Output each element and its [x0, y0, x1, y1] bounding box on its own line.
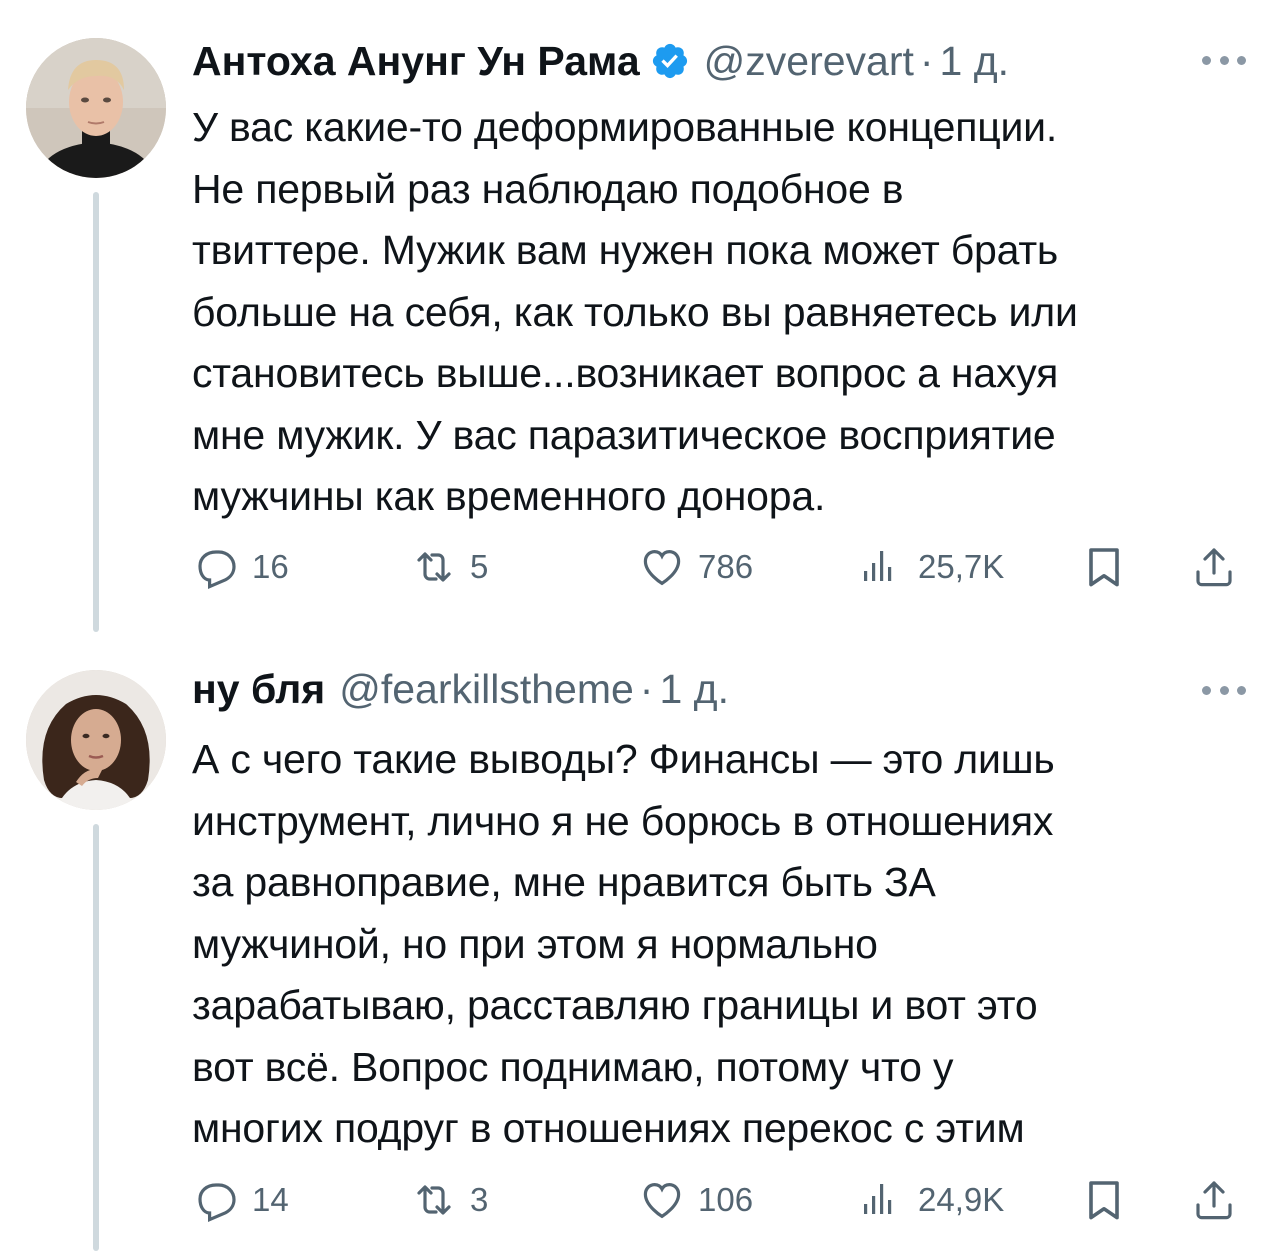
thread-connector [93, 824, 99, 1251]
tweet-text: У вас какие-то деформированные концепции… [192, 97, 1252, 528]
bookmark-button[interactable] [1080, 1170, 1128, 1230]
avatar[interactable] [26, 38, 166, 178]
reply-count: 16 [252, 548, 289, 585]
retweet-count: 5 [470, 548, 489, 585]
reply-count: 14 [252, 1181, 289, 1218]
tweet-text-line: за равноправие, мне нравится быть ЗА [192, 859, 936, 905]
display-name[interactable]: ну бля [192, 664, 325, 714]
more-options-icon[interactable] [1202, 50, 1246, 70]
views-chart-icon [864, 1184, 892, 1214]
like-button[interactable]: 106 [638, 1170, 753, 1230]
tweet-text-line: А с чего такие выводы? Финансы — это лиш… [192, 736, 1055, 782]
views-chart-icon [864, 551, 892, 581]
tweet[interactable]: ну бля @fearkillstheme · 1 д. А с чего т… [0, 632, 1280, 1251]
avatar-woman-icon [26, 670, 166, 810]
tweet-header: ну бля @fearkillstheme · 1 д. [192, 664, 729, 714]
tweet-text-line: мужчины как временного донора. [192, 473, 826, 519]
user-handle[interactable]: @zverevart [704, 36, 914, 86]
tweet-text: А с чего такие выводы? Финансы — это лиш… [192, 729, 1252, 1160]
views-button[interactable]: 25,7K [858, 537, 1004, 597]
display-name[interactable]: Антоха Анунг Ун Рама [192, 36, 640, 86]
tweet-text-line: мужчиной, но при этом я нормально [192, 920, 878, 967]
tweet-text-line: вот всё. Вопрос поднимаю, потому что у [192, 1043, 954, 1090]
tweet-actions: 16 5 786 25,7K [192, 537, 1252, 597]
reply-icon [198, 550, 236, 590]
tweet-text-line: У вас какие-то деформированные концепции… [192, 104, 1058, 150]
bookmark-icon [1089, 548, 1119, 587]
more-options-icon[interactable] [1202, 680, 1246, 700]
timestamp[interactable]: 1 д. [659, 664, 729, 714]
retweet-count: 3 [470, 1181, 489, 1218]
tweet-thread: Антоха Анунг Ун Рама @zverevart · 1 д. У… [0, 0, 1280, 1251]
tweet[interactable]: Антоха Анунг Ун Рама @zverevart · 1 д. У… [0, 0, 1280, 632]
tweet-text-line: инструмент, лично я не борюсь в отношени… [192, 797, 1054, 844]
retweet-icon [417, 1185, 451, 1215]
tweet-text-line: твиттере. Мужик вам нужен пока может бра… [192, 227, 1059, 273]
share-button[interactable] [1190, 1170, 1238, 1230]
views-count: 24,9K [918, 1181, 1005, 1218]
bookmark-icon [1089, 1181, 1119, 1220]
like-button[interactable]: 786 [638, 537, 753, 597]
retweet-icon [417, 552, 451, 582]
tweet-text-line: зарабатываю, расставляю границы и вот эт… [192, 982, 1038, 1028]
reply-button[interactable]: 16 [192, 537, 289, 597]
retweet-button[interactable]: 3 [410, 1170, 488, 1230]
tweet-text-line: многих подруг в отношениях перекос с эти… [192, 1105, 1025, 1151]
timestamp[interactable]: 1 д. [940, 36, 1010, 86]
separator-dot: · [919, 38, 934, 84]
separator-dot: · [639, 666, 654, 712]
reply-icon [198, 1183, 236, 1223]
share-button[interactable] [1190, 537, 1238, 597]
heart-icon [643, 1182, 681, 1219]
tweet-text-line: становитесь выше...возникает вопрос а на… [192, 350, 1059, 396]
tweet-text-line: мне мужик. У вас паразитическое восприят… [192, 411, 1056, 458]
bookmark-button[interactable] [1080, 537, 1128, 597]
verified-badge-icon [650, 41, 690, 81]
heart-icon [643, 549, 681, 586]
thread-connector [93, 192, 99, 632]
tweet-text-line: больше на себя, как только вы равняетесь… [192, 288, 1078, 335]
retweet-button[interactable]: 5 [410, 537, 488, 597]
tweet-header: Антоха Анунг Ун Рама @zverevart · 1 д. [192, 36, 1009, 86]
tweet-actions: 14 3 106 24,9K [192, 1170, 1252, 1230]
user-handle[interactable]: @fearkillstheme [339, 664, 634, 714]
like-count: 106 [698, 1181, 754, 1218]
share-icon [1196, 1181, 1232, 1220]
like-count: 786 [698, 548, 754, 585]
reply-button[interactable]: 14 [192, 1170, 289, 1230]
tweet-text-line: Не первый раз наблюдаю подобное в [192, 165, 904, 212]
avatar-man-icon [26, 38, 166, 178]
avatar[interactable] [26, 670, 166, 810]
views-count: 25,7K [918, 548, 1005, 585]
share-icon [1196, 548, 1232, 587]
views-button[interactable]: 24,9K [858, 1170, 1004, 1230]
